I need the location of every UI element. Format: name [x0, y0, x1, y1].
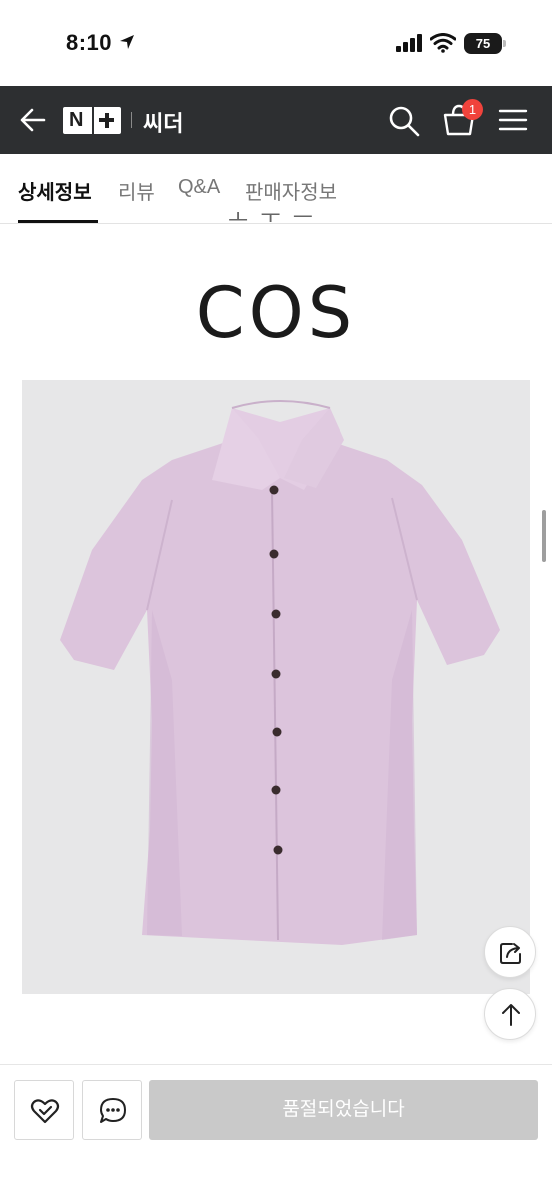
chat-button[interactable]	[82, 1080, 142, 1140]
hamburger-menu-icon[interactable]	[498, 108, 528, 132]
logo-divider	[92, 107, 94, 134]
brand-logo: COS	[195, 272, 357, 354]
cart-count-badge: 1	[462, 99, 483, 120]
back-arrow-icon[interactable]	[16, 104, 50, 136]
sold-out-button[interactable]: 품절되었습니다	[149, 1080, 538, 1140]
scrollbar[interactable]	[542, 510, 546, 562]
app-header: N 씨더	[0, 86, 552, 154]
logo-plus-vertical	[104, 112, 109, 128]
tab-qna[interactable]: Q&A	[178, 176, 220, 199]
chat-bubble-icon	[100, 1098, 126, 1123]
product-image	[22, 380, 530, 994]
arrow-up-icon	[502, 1004, 520, 1026]
scroll-to-top-button[interactable]	[484, 988, 536, 1040]
share-button[interactable]	[484, 926, 536, 978]
naver-plus-logo[interactable]: N	[63, 107, 121, 134]
battery-tip	[503, 40, 506, 47]
store-name[interactable]: 씨더	[143, 106, 183, 138]
cropped-text-fragment: ㅗ ㅜ ㅡ ㅗ	[228, 212, 328, 222]
wifi-icon	[430, 33, 456, 53]
active-tab-underline	[18, 220, 98, 223]
cellular-signal-icon	[396, 34, 422, 52]
heart-check-icon	[30, 1099, 60, 1124]
share-icon	[500, 943, 521, 964]
logo-n-glyph: N	[69, 109, 84, 131]
wishlist-button[interactable]	[14, 1080, 74, 1140]
header-separator	[131, 112, 132, 128]
tab-details[interactable]: 상세정보	[18, 176, 92, 205]
tab-reviews[interactable]: 리뷰	[118, 176, 155, 205]
location-arrow-icon	[120, 35, 134, 49]
tab-seller-info[interactable]: 판매자정보	[245, 176, 337, 205]
search-icon[interactable]	[387, 104, 421, 138]
battery-indicator: 75	[464, 33, 502, 54]
status-bar: 8:10 75	[0, 0, 552, 86]
shirt-illustration	[60, 400, 500, 945]
status-time: 8:10	[66, 30, 113, 55]
bottom-action-bar: 품절되었습니다	[0, 1064, 552, 1200]
